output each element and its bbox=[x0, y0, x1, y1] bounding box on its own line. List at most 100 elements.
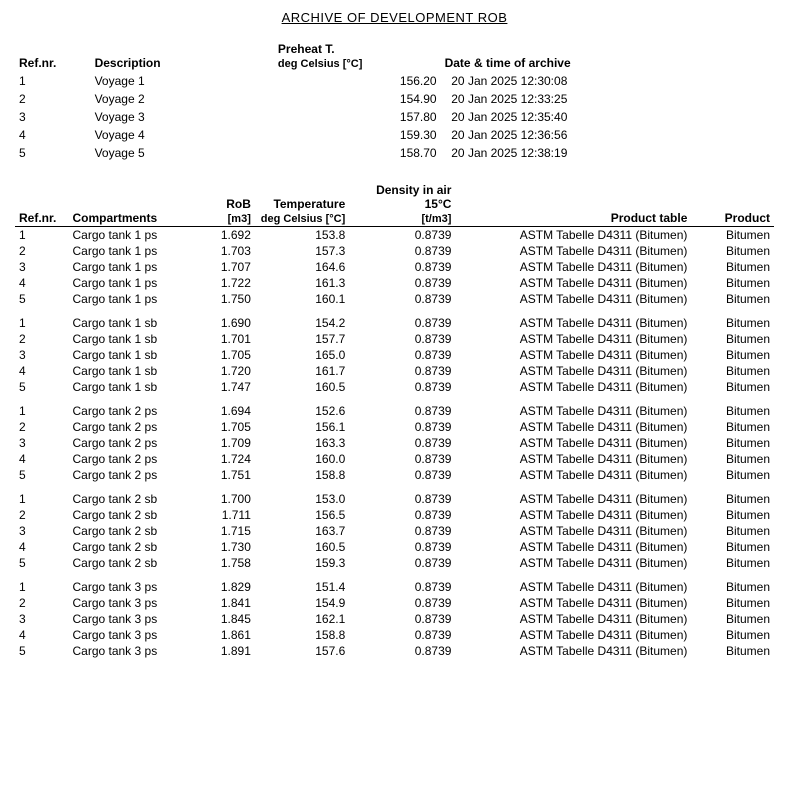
detail-prod-table: ASTM Tabelle D4311 (Bitumen) bbox=[455, 291, 691, 307]
detail-prod-table: ASTM Tabelle D4311 (Bitumen) bbox=[455, 523, 691, 539]
detail-prod-table: ASTM Tabelle D4311 (Bitumen) bbox=[455, 491, 691, 507]
detail-ref: 1 bbox=[15, 579, 68, 595]
detail-temp: 156.5 bbox=[255, 507, 349, 523]
detail-row: 2 Cargo tank 2 sb 1.711 156.5 0.8739 AST… bbox=[15, 507, 774, 523]
detail-row: 2 Cargo tank 1 sb 1.701 157.7 0.8739 AST… bbox=[15, 331, 774, 347]
detail-header-density: Density in air 15°C [t/m3] bbox=[349, 182, 455, 227]
detail-comp: Cargo tank 2 ps bbox=[68, 451, 198, 467]
detail-comp: Cargo tank 3 ps bbox=[68, 643, 198, 659]
detail-comp: Cargo tank 1 sb bbox=[68, 331, 198, 347]
detail-temp: 160.5 bbox=[255, 539, 349, 555]
detail-prod-table: ASTM Tabelle D4311 (Bitumen) bbox=[455, 627, 691, 643]
summary-ref: 1 bbox=[15, 72, 91, 90]
detail-prod-table: ASTM Tabelle D4311 (Bitumen) bbox=[455, 347, 691, 363]
summary-header-preheat: Preheat T. deg Celsius [°C] bbox=[274, 40, 441, 72]
detail-row: 5 Cargo tank 2 sb 1.758 159.3 0.8739 AST… bbox=[15, 555, 774, 571]
summary-row: 1 Voyage 1 156.20 20 Jan 2025 12:30:08 bbox=[15, 72, 774, 90]
detail-rob: 1.841 bbox=[198, 595, 255, 611]
detail-rob: 1.751 bbox=[198, 467, 255, 483]
detail-product: Bitumen bbox=[691, 331, 774, 347]
detail-row: 4 Cargo tank 1 ps 1.722 161.3 0.8739 AST… bbox=[15, 275, 774, 291]
detail-comp: Cargo tank 2 ps bbox=[68, 467, 198, 483]
summary-ref: 4 bbox=[15, 126, 91, 144]
detail-dens: 0.8739 bbox=[349, 435, 455, 451]
detail-temp: 163.3 bbox=[255, 435, 349, 451]
detail-rob: 1.715 bbox=[198, 523, 255, 539]
detail-dens: 0.8739 bbox=[349, 467, 455, 483]
detail-comp: Cargo tank 3 ps bbox=[68, 611, 198, 627]
detail-row: 1 Cargo tank 2 sb 1.700 153.0 0.8739 AST… bbox=[15, 491, 774, 507]
detail-ref: 1 bbox=[15, 491, 68, 507]
detail-ref: 4 bbox=[15, 539, 68, 555]
detail-dens: 0.8739 bbox=[349, 643, 455, 659]
detail-ref: 2 bbox=[15, 507, 68, 523]
detail-product: Bitumen bbox=[691, 243, 774, 259]
detail-product: Bitumen bbox=[691, 435, 774, 451]
detail-comp: Cargo tank 3 ps bbox=[68, 595, 198, 611]
detail-prod-table: ASTM Tabelle D4311 (Bitumen) bbox=[455, 595, 691, 611]
detail-prod-table: ASTM Tabelle D4311 (Bitumen) bbox=[455, 315, 691, 331]
detail-row: 4 Cargo tank 2 ps 1.724 160.0 0.8739 AST… bbox=[15, 451, 774, 467]
detail-product: Bitumen bbox=[691, 643, 774, 659]
detail-ref: 5 bbox=[15, 643, 68, 659]
detail-prod-table: ASTM Tabelle D4311 (Bitumen) bbox=[455, 467, 691, 483]
detail-product: Bitumen bbox=[691, 595, 774, 611]
detail-header-temperature: Temperature deg Celsius [°C] bbox=[255, 182, 349, 227]
detail-dens: 0.8739 bbox=[349, 403, 455, 419]
detail-product: Bitumen bbox=[691, 467, 774, 483]
detail-temp: 160.5 bbox=[255, 379, 349, 395]
detail-rob: 1.845 bbox=[198, 611, 255, 627]
detail-temp: 159.3 bbox=[255, 555, 349, 571]
detail-product: Bitumen bbox=[691, 507, 774, 523]
detail-ref: 2 bbox=[15, 243, 68, 259]
detail-product: Bitumen bbox=[691, 227, 774, 244]
detail-temp: 157.7 bbox=[255, 331, 349, 347]
detail-prod-table: ASTM Tabelle D4311 (Bitumen) bbox=[455, 451, 691, 467]
detail-row: 4 Cargo tank 1 sb 1.720 161.7 0.8739 AST… bbox=[15, 363, 774, 379]
detail-product: Bitumen bbox=[691, 419, 774, 435]
detail-rob: 1.758 bbox=[198, 555, 255, 571]
detail-dens: 0.8739 bbox=[349, 491, 455, 507]
detail-temp: 153.0 bbox=[255, 491, 349, 507]
detail-ref: 1 bbox=[15, 315, 68, 331]
detail-rob: 1.705 bbox=[198, 419, 255, 435]
summary-datetime: 20 Jan 2025 12:38:19 bbox=[441, 144, 774, 162]
detail-row: 2 Cargo tank 2 ps 1.705 156.1 0.8739 AST… bbox=[15, 419, 774, 435]
detail-ref: 5 bbox=[15, 379, 68, 395]
detail-comp: Cargo tank 1 ps bbox=[68, 259, 198, 275]
detail-temp: 156.1 bbox=[255, 419, 349, 435]
detail-comp: Cargo tank 1 ps bbox=[68, 227, 198, 244]
detail-dens: 0.8739 bbox=[349, 595, 455, 611]
detail-dens: 0.8739 bbox=[349, 243, 455, 259]
detail-dens: 0.8739 bbox=[349, 451, 455, 467]
detail-prod-table: ASTM Tabelle D4311 (Bitumen) bbox=[455, 435, 691, 451]
detail-header-refnr: Ref.nr. bbox=[15, 182, 68, 227]
summary-ref: 2 bbox=[15, 90, 91, 108]
detail-row: 1 Cargo tank 2 ps 1.694 152.6 0.8739 AST… bbox=[15, 403, 774, 419]
detail-rob: 1.692 bbox=[198, 227, 255, 244]
detail-row: 1 Cargo tank 1 sb 1.690 154.2 0.8739 AST… bbox=[15, 315, 774, 331]
summary-desc: Voyage 4 bbox=[91, 126, 274, 144]
detail-prod-table: ASTM Tabelle D4311 (Bitumen) bbox=[455, 579, 691, 595]
detail-header-product: Product bbox=[691, 182, 774, 227]
summary-row: 4 Voyage 4 159.30 20 Jan 2025 12:36:56 bbox=[15, 126, 774, 144]
detail-ref: 3 bbox=[15, 523, 68, 539]
detail-temp: 164.6 bbox=[255, 259, 349, 275]
detail-prod-table: ASTM Tabelle D4311 (Bitumen) bbox=[455, 259, 691, 275]
detail-temp: 154.9 bbox=[255, 595, 349, 611]
detail-rob: 1.861 bbox=[198, 627, 255, 643]
summary-preheat: 158.70 bbox=[274, 144, 441, 162]
detail-ref: 3 bbox=[15, 435, 68, 451]
detail-ref: 4 bbox=[15, 627, 68, 643]
detail-prod-table: ASTM Tabelle D4311 (Bitumen) bbox=[455, 419, 691, 435]
detail-ref: 1 bbox=[15, 227, 68, 244]
detail-ref: 5 bbox=[15, 291, 68, 307]
detail-rob: 1.720 bbox=[198, 363, 255, 379]
detail-prod-table: ASTM Tabelle D4311 (Bitumen) bbox=[455, 555, 691, 571]
detail-row: 3 Cargo tank 1 sb 1.705 165.0 0.8739 AST… bbox=[15, 347, 774, 363]
detail-dens: 0.8739 bbox=[349, 291, 455, 307]
detail-prod-table: ASTM Tabelle D4311 (Bitumen) bbox=[455, 363, 691, 379]
detail-row: 5 Cargo tank 1 ps 1.750 160.1 0.8739 AST… bbox=[15, 291, 774, 307]
detail-dens: 0.8739 bbox=[349, 555, 455, 571]
detail-row: 3 Cargo tank 2 ps 1.709 163.3 0.8739 AST… bbox=[15, 435, 774, 451]
